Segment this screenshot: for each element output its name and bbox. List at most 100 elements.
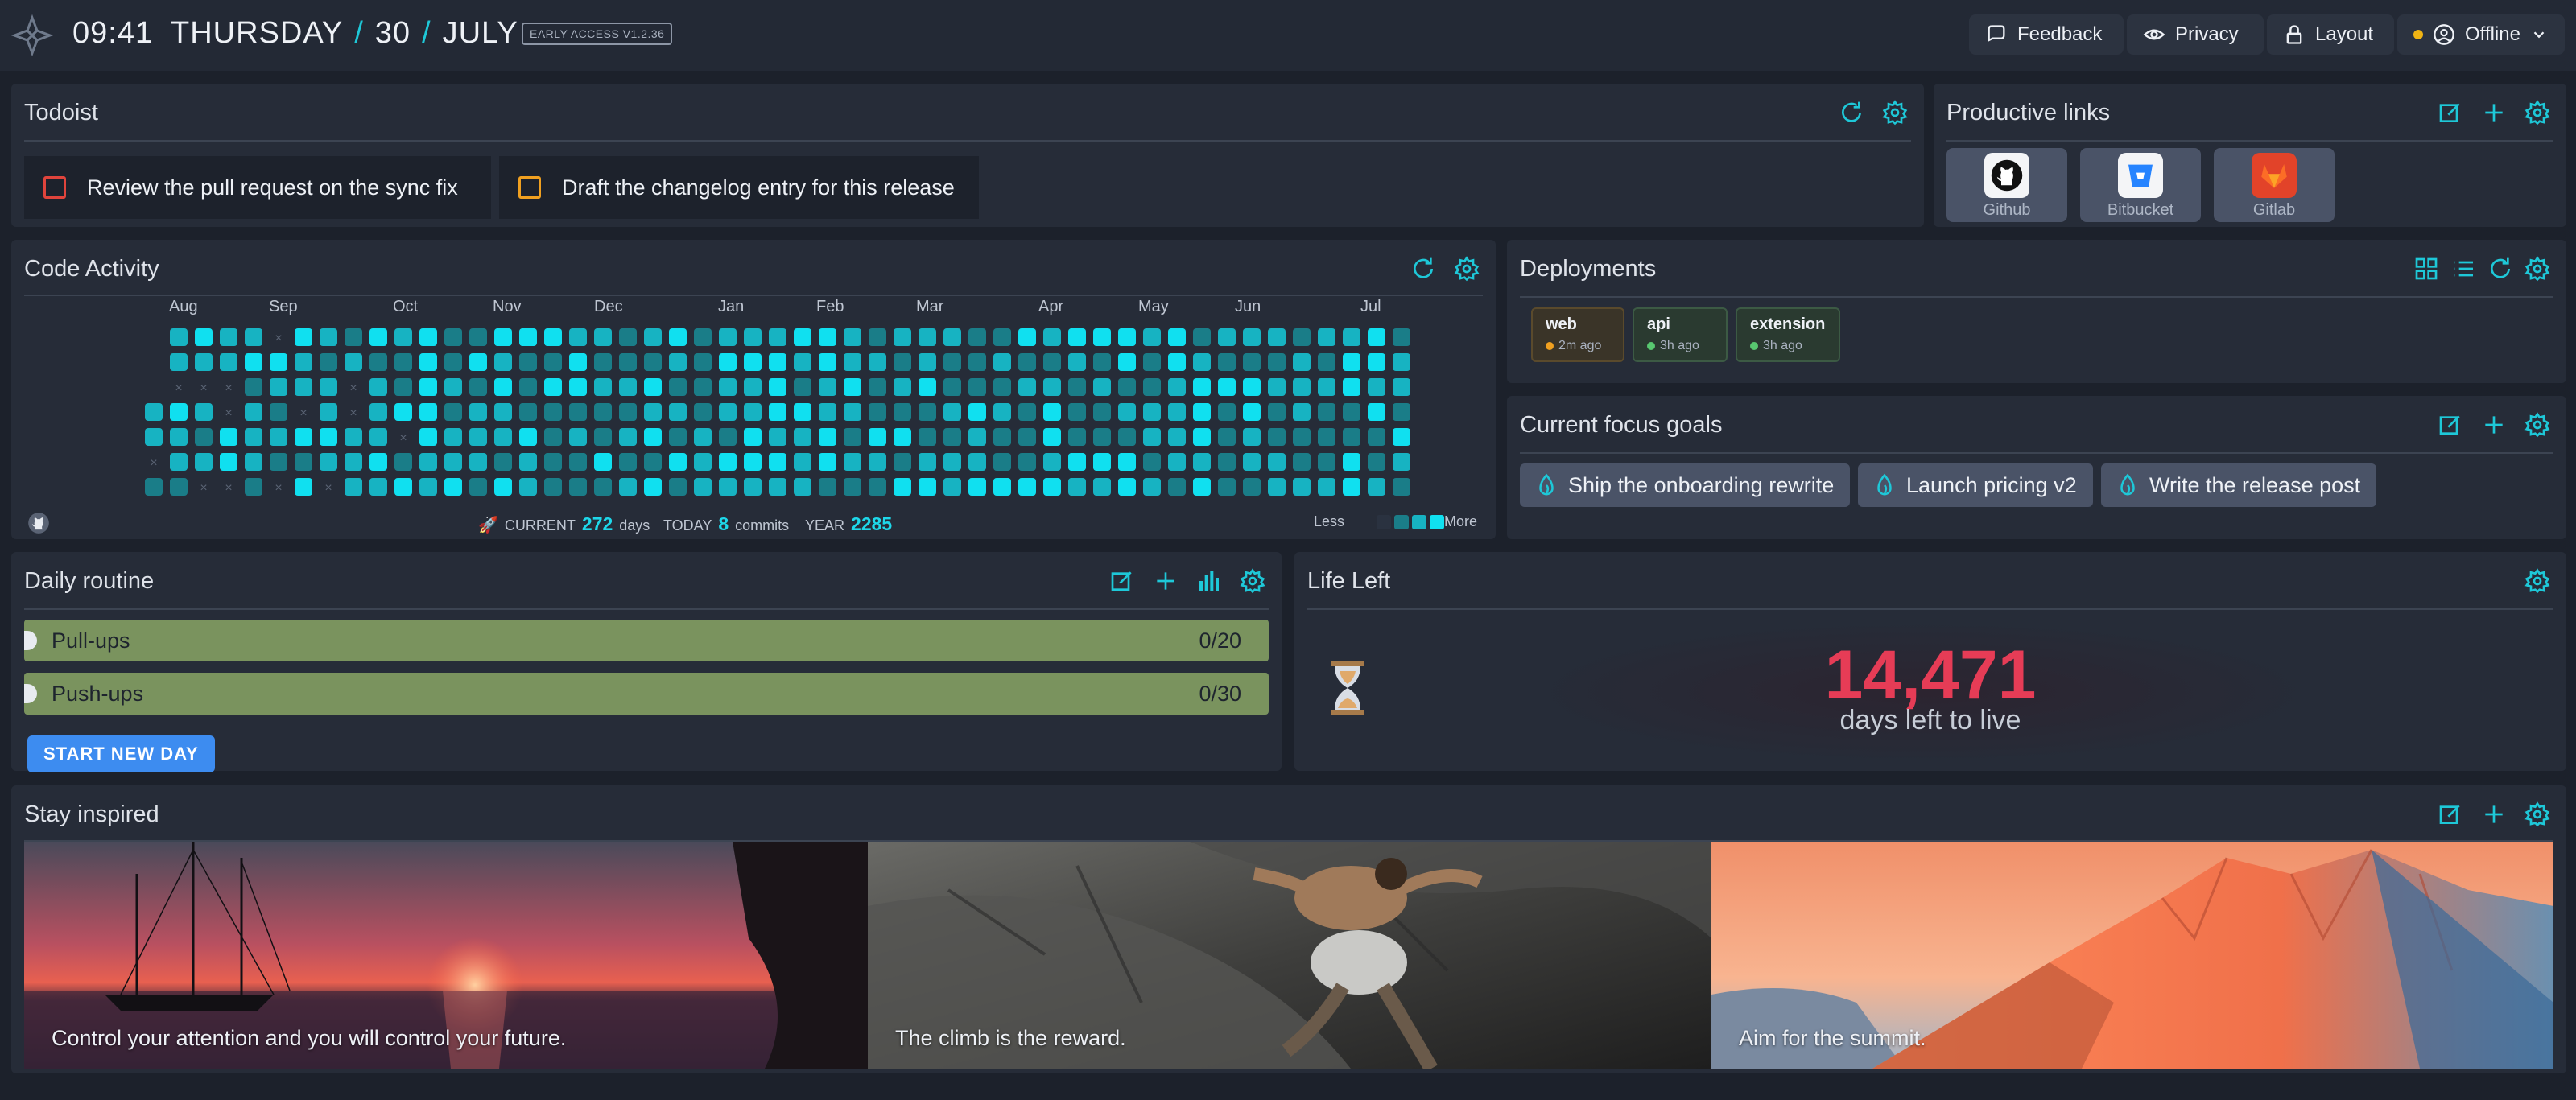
heatmap-cell[interactable] — [170, 328, 188, 346]
heatmap-cell[interactable] — [444, 353, 462, 371]
heatmap-cell[interactable] — [1343, 353, 1360, 371]
heatmap-cell[interactable] — [394, 403, 412, 421]
heatmap-cell[interactable] — [1018, 453, 1036, 471]
heatmap-cell[interactable] — [469, 353, 487, 371]
heatmap-cell[interactable] — [1018, 403, 1036, 421]
heatmap-cell[interactable] — [494, 428, 512, 446]
goal-chip[interactable]: Ship the onboarding rewrite — [1520, 463, 1851, 507]
heatmap-cell[interactable] — [694, 403, 712, 421]
heatmap-cell[interactable] — [1043, 453, 1061, 471]
heatmap-cell[interactable] — [769, 478, 786, 496]
heatmap-cell[interactable] — [444, 328, 462, 346]
heatmap-cell[interactable] — [1068, 478, 1086, 496]
heatmap-cell[interactable] — [719, 478, 737, 496]
heatmap-cell[interactable] — [669, 453, 687, 471]
heatmap-cell[interactable] — [1243, 328, 1261, 346]
heatmap-cell[interactable] — [1143, 403, 1161, 421]
plus-icon[interactable] — [1153, 568, 1179, 594]
heatmap-cell[interactable] — [1393, 478, 1410, 496]
heatmap-cell[interactable] — [794, 353, 811, 371]
heatmap-cell[interactable] — [993, 453, 1011, 471]
heatmap-cell[interactable] — [669, 478, 687, 496]
heatmap-cell[interactable] — [220, 428, 237, 446]
heatmap-cell[interactable] — [1118, 403, 1136, 421]
heatmap-cell[interactable] — [320, 353, 337, 371]
heatmap-cell[interactable] — [444, 478, 462, 496]
heatmap-cell[interactable] — [619, 378, 637, 396]
heatmap-cell[interactable] — [1168, 478, 1186, 496]
bar-chart-icon[interactable] — [1196, 568, 1222, 594]
heatmap-cell[interactable] — [669, 428, 687, 446]
task-item[interactable]: Draft the changelog entry for this relea… — [499, 156, 979, 219]
heatmap-cell[interactable] — [943, 478, 961, 496]
heatmap-cell[interactable] — [869, 428, 886, 446]
heatmap-cell[interactable] — [744, 478, 762, 496]
heatmap-cell[interactable] — [494, 403, 512, 421]
heatmap-cell[interactable] — [993, 403, 1011, 421]
heatmap-cell[interactable] — [245, 403, 262, 421]
heatmap-cell[interactable] — [869, 353, 886, 371]
heatmap-cell[interactable] — [494, 378, 512, 396]
heatmap-cell[interactable] — [1168, 428, 1186, 446]
deployment-api[interactable]: api 3h ago — [1633, 307, 1728, 362]
heatmap-cell[interactable] — [1143, 353, 1161, 371]
heatmap-cell[interactable] — [919, 353, 936, 371]
link-github[interactable]: Github — [1946, 148, 2067, 222]
heatmap-cell[interactable] — [369, 453, 387, 471]
heatmap-cell[interactable] — [819, 478, 836, 496]
heatmap-cell[interactable] — [419, 453, 437, 471]
heatmap-cell[interactable] — [519, 378, 537, 396]
heatmap-cell[interactable] — [419, 353, 437, 371]
heatmap-cell[interactable] — [320, 378, 337, 396]
heatmap-cell[interactable] — [494, 328, 512, 346]
heatmap-cell[interactable] — [369, 478, 387, 496]
heatmap-cell[interactable] — [869, 453, 886, 471]
heatmap-cell[interactable] — [619, 403, 637, 421]
heatmap-cell[interactable] — [394, 453, 412, 471]
heatmap-cell[interactable] — [444, 428, 462, 446]
heatmap-cell[interactable] — [1218, 328, 1236, 346]
heatmap-cell[interactable] — [1218, 378, 1236, 396]
heatmap-cell[interactable] — [1368, 453, 1385, 471]
heatmap-cell[interactable] — [894, 353, 911, 371]
heatmap-cell[interactable] — [1293, 428, 1311, 446]
heatmap-cell[interactable] — [394, 378, 412, 396]
heatmap-cell[interactable] — [469, 403, 487, 421]
heatmap-cell[interactable] — [869, 403, 886, 421]
heatmap-cell[interactable] — [769, 403, 786, 421]
heatmap-cell[interactable] — [1268, 428, 1286, 446]
goal-chip[interactable]: Write the release post — [2101, 463, 2377, 507]
task-item[interactable]: Review the pull request on the sync fix — [24, 156, 491, 219]
heatmap-cell[interactable] — [1368, 403, 1385, 421]
heatmap-cell[interactable] — [544, 453, 562, 471]
heatmap-cell[interactable] — [1268, 478, 1286, 496]
heatmap-cell[interactable] — [1168, 453, 1186, 471]
heatmap-cell[interactable] — [1368, 478, 1385, 496]
heatmap-cell[interactable] — [919, 478, 936, 496]
plus-icon[interactable] — [2481, 801, 2507, 827]
inspiration-card[interactable]: The climb is the reward. — [868, 842, 1711, 1069]
heatmap-cell[interactable] — [744, 403, 762, 421]
link-bitbucket[interactable]: Bitbucket — [2080, 148, 2201, 222]
heatmap-cell[interactable] — [1318, 378, 1335, 396]
heatmap-cell[interactable] — [594, 328, 612, 346]
heatmap-cell[interactable] — [644, 403, 662, 421]
heatmap-cell[interactable] — [819, 428, 836, 446]
heatmap-cell[interactable] — [569, 403, 587, 421]
heatmap-cell[interactable] — [719, 328, 737, 346]
heatmap-cell[interactable] — [320, 403, 337, 421]
heatmap-cell[interactable] — [444, 403, 462, 421]
heatmap-cell[interactable] — [794, 403, 811, 421]
heatmap-cell[interactable] — [619, 328, 637, 346]
heatmap-cell[interactable] — [694, 378, 712, 396]
heatmap-cell[interactable] — [270, 378, 287, 396]
deployment-extension[interactable]: extension 3h ago — [1736, 307, 1840, 362]
heatmap-cell[interactable] — [195, 353, 213, 371]
heatmap-cell[interactable] — [519, 453, 537, 471]
heatmap-cell[interactable] — [1118, 453, 1136, 471]
gear-icon[interactable] — [2524, 100, 2550, 126]
heatmap-cell[interactable] — [369, 353, 387, 371]
heatmap-cell[interactable] — [769, 353, 786, 371]
heatmap-cell[interactable] — [993, 428, 1011, 446]
heatmap-cell[interactable] — [295, 353, 312, 371]
